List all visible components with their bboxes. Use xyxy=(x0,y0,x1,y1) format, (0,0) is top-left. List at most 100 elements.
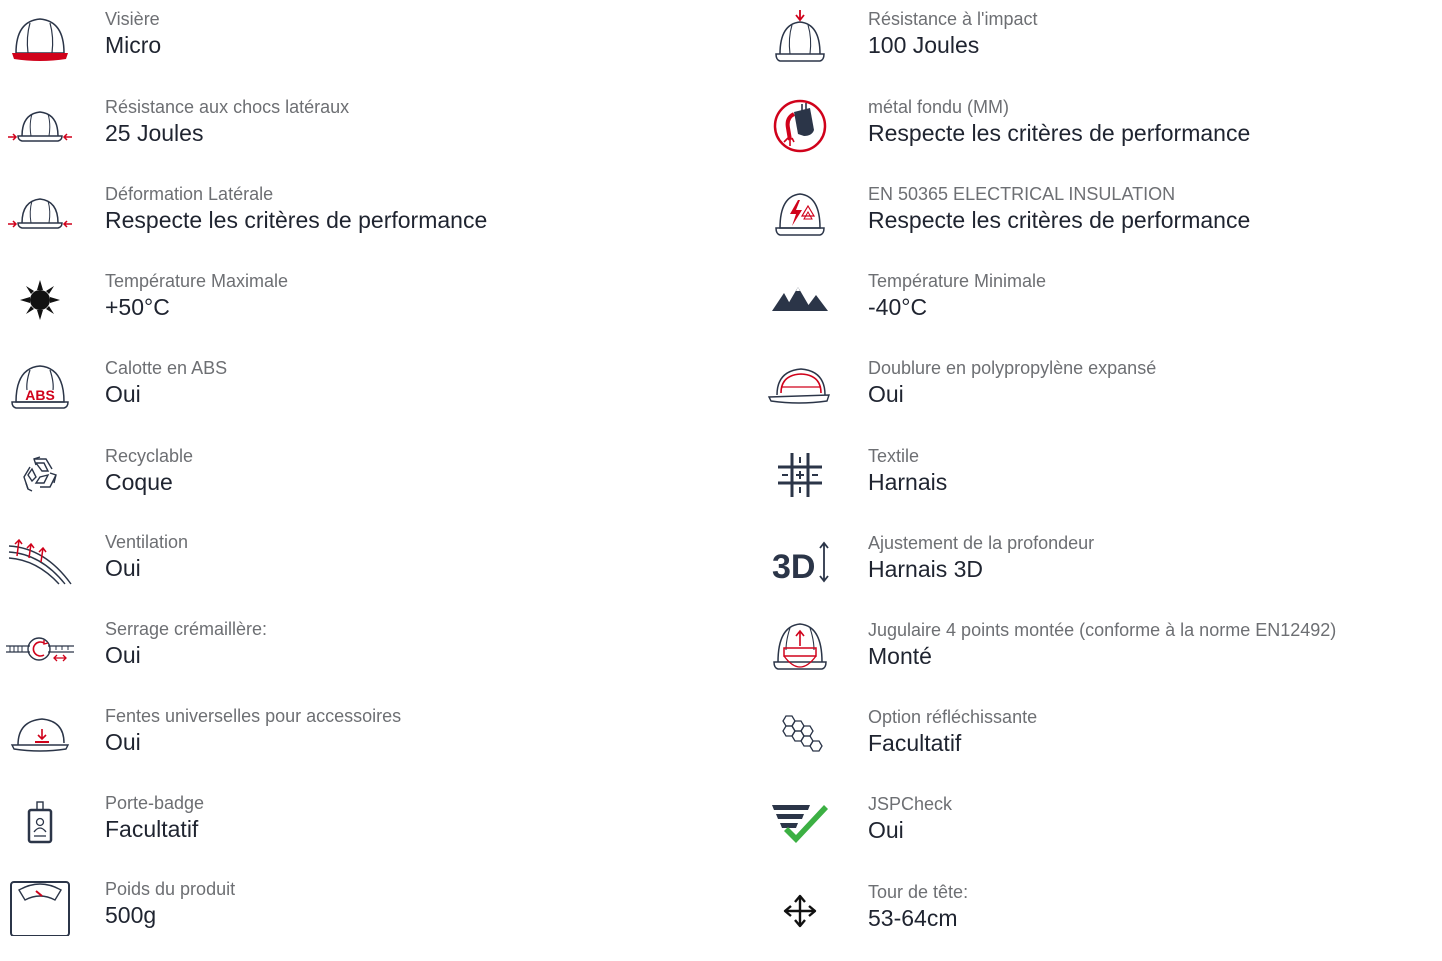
feature-label: Ventilation xyxy=(105,532,189,552)
molten-metal-icon xyxy=(760,96,840,156)
feature-text: Résistance aux chocs latéraux 25 Joules xyxy=(105,96,349,148)
feature-text: métal fondu (MM) Respecte les critères d… xyxy=(868,96,1250,148)
feature-label: Recyclable xyxy=(105,446,194,466)
feature-value: Oui xyxy=(868,817,904,843)
badge-holder-icon xyxy=(0,792,80,852)
feature-label: Température Maximale xyxy=(105,271,289,291)
feature-badge-holder: Porte-badge Facultatif xyxy=(0,792,720,872)
feature-value: Oui xyxy=(105,642,141,668)
feature-text: Calotte en ABS Oui xyxy=(105,357,227,409)
feature-value: Oui xyxy=(105,381,141,407)
feature-value: Respecte les critères de performance xyxy=(868,207,1251,233)
feature-label: Jugulaire 4 points montée (conforme à la… xyxy=(868,620,1337,640)
feature-value: -40°C xyxy=(868,294,928,320)
recycle-icon xyxy=(0,445,80,505)
feature-text: Textile Harnais xyxy=(868,445,947,497)
feature-label: Ajustement de la profondeur xyxy=(868,533,1095,553)
feature-visor: Visière Micro xyxy=(0,8,720,88)
feature-text: Déformation Latérale Respecte les critèr… xyxy=(105,183,487,235)
feature-jspcheck: JSPCheck Oui xyxy=(760,793,1442,873)
feature-value: Oui xyxy=(105,555,141,581)
ratchet-icon xyxy=(0,618,80,678)
side-impact-icon xyxy=(0,96,80,156)
impact-icon xyxy=(760,8,840,68)
feature-text: Poids du produit 500g xyxy=(105,878,235,930)
feature-text: EN 50365 ELECTRICAL INSULATION Respecte … xyxy=(868,183,1250,235)
feature-text: Résistance à l'impact 100 Joules xyxy=(868,8,1038,60)
depth-adjust-3d-icon: 3D xyxy=(760,532,840,592)
feature-ventilation: Ventilation Oui xyxy=(0,531,720,611)
feature-label: Fentes universelles pour accessoires xyxy=(105,706,402,726)
feature-label: Déformation Latérale xyxy=(105,184,274,204)
feature-label: métal fondu (MM) xyxy=(868,97,1010,117)
feature-reflective-option: Option réfléchissante Facultatif xyxy=(760,706,1442,786)
feature-value: 53-64cm xyxy=(868,905,958,931)
feature-value: Micro xyxy=(105,32,162,58)
feature-value: 25 Joules xyxy=(105,120,204,146)
feature-text: Fentes universelles pour accessoires Oui xyxy=(105,705,401,757)
feature-molten-metal: métal fondu (MM) Respecte les critères d… xyxy=(760,96,1442,176)
eps-liner-icon xyxy=(760,357,840,417)
electrical-insulation-icon xyxy=(760,183,840,243)
feature-text: Ajustement de la profondeur Harnais 3D xyxy=(868,532,1094,584)
feature-text: Température Minimale -40°C xyxy=(868,270,1046,322)
feature-text: Recyclable Coque xyxy=(105,445,193,497)
move-arrows-icon xyxy=(760,881,840,941)
feature-value: Harnais xyxy=(868,469,948,495)
feature-text: Jugulaire 4 points montée (conforme à la… xyxy=(868,619,1336,671)
feature-impact: Résistance à l'impact 100 Joules xyxy=(760,8,1442,88)
feature-label: Calotte en ABS xyxy=(105,358,228,378)
feature-abs-shell: ABS Calotte en ABS Oui xyxy=(0,357,720,437)
feature-recyclable: Recyclable Coque xyxy=(0,445,720,525)
feature-value: 100 Joules xyxy=(868,32,980,58)
feature-chinstrap: Jugulaire 4 points montée (conforme à la… xyxy=(760,619,1442,699)
feature-label: Poids du produit xyxy=(105,879,236,899)
jspcheck-icon xyxy=(760,793,840,853)
feature-label: Résistance aux chocs latéraux xyxy=(105,97,350,117)
weight-scale-icon xyxy=(0,878,80,938)
feature-depth-adjustment: 3D Ajustement de la profondeur Harnais 3… xyxy=(760,532,1442,612)
textile-icon xyxy=(760,445,840,505)
feature-value: Respecte les critères de performance xyxy=(868,120,1251,146)
feature-value: 500g xyxy=(105,902,157,928)
feature-label: EN 50365 ELECTRICAL INSULATION xyxy=(868,184,1176,204)
feature-text: Ventilation Oui xyxy=(105,531,188,583)
feature-ratchet: Serrage crémaillère: Oui xyxy=(0,618,720,698)
feature-lateral-deformation: Déformation Latérale Respecte les critèr… xyxy=(0,183,720,263)
feature-value: Oui xyxy=(105,729,141,755)
mountains-icon xyxy=(760,270,840,330)
feature-text: Serrage crémaillère: Oui xyxy=(105,618,267,670)
feature-eps-liner: Doublure en polypropylène expansé Oui xyxy=(760,357,1442,437)
feature-value: Oui xyxy=(868,381,904,407)
feature-text: JSPCheck Oui xyxy=(868,793,952,845)
feature-head-size: Tour de tête: 53-64cm xyxy=(760,881,1442,961)
feature-label: Résistance à l'impact xyxy=(868,9,1038,29)
reflective-option-icon xyxy=(760,706,840,766)
feature-textile: Textile Harnais xyxy=(760,445,1442,525)
feature-text: Porte-badge Facultatif xyxy=(105,792,204,844)
helmet-visor-icon xyxy=(0,8,80,68)
feature-value: +50°C xyxy=(105,294,170,320)
feature-accessory-slots: Fentes universelles pour accessoires Oui xyxy=(0,705,720,785)
feature-value: Facultatif xyxy=(868,730,962,756)
feature-text: Visière Micro xyxy=(105,8,161,60)
feature-text: Température Maximale +50°C xyxy=(105,270,288,322)
lateral-deformation-icon xyxy=(0,183,80,243)
chinstrap-icon xyxy=(760,619,840,679)
feature-label: Doublure en polypropylène expansé xyxy=(868,358,1157,378)
feature-label: Température Minimale xyxy=(868,271,1047,291)
sun-icon xyxy=(0,270,80,330)
feature-weight: Poids du produit 500g xyxy=(0,878,720,958)
feature-label: Tour de tête: xyxy=(868,882,969,902)
abs-shell-icon: ABS xyxy=(0,357,80,417)
feature-max-temperature: Température Maximale +50°C xyxy=(0,270,720,350)
feature-value: Respecte les critères de performance xyxy=(105,207,488,233)
abs-badge: ABS xyxy=(25,387,55,403)
feature-label: JSPCheck xyxy=(868,794,953,814)
feature-value: Harnais 3D xyxy=(868,556,984,582)
feature-label: Serrage crémaillère: xyxy=(105,619,268,639)
feature-value: Monté xyxy=(868,643,932,669)
feature-min-temperature: Température Minimale -40°C xyxy=(760,270,1442,350)
feature-text: Option réfléchissante Facultatif xyxy=(868,706,1037,758)
feature-label: Porte-badge xyxy=(105,793,205,813)
